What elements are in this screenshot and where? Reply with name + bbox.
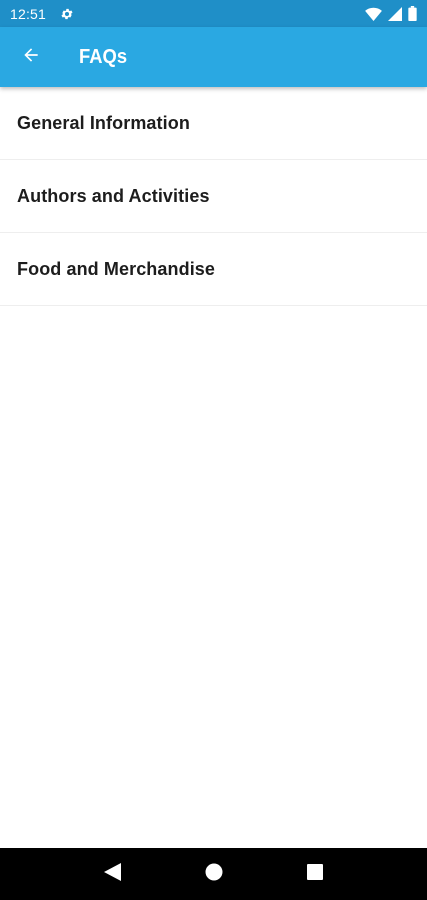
faq-item-label: General Information — [17, 112, 190, 133]
status-bar: 12:51 — [0, 0, 427, 27]
signal-icon — [388, 6, 402, 21]
nav-home-button[interactable] — [194, 854, 234, 894]
app-bar: FAQs — [0, 27, 427, 87]
recents-square-icon — [306, 863, 323, 885]
page-title: FAQs — [79, 45, 128, 68]
home-circle-icon — [205, 863, 223, 886]
back-triangle-icon — [104, 862, 121, 886]
faq-screen: 12:51 FAQs General Information Authors a… — [0, 0, 427, 900]
faq-item-authors-and-activities[interactable]: Authors and Activities — [0, 160, 427, 233]
status-time: 12:51 — [10, 5, 47, 22]
faq-item-label: Authors and Activities — [17, 185, 210, 206]
faq-item-food-and-merchandise[interactable]: Food and Merchandise — [0, 233, 427, 306]
wifi-icon — [365, 7, 382, 21]
status-icons — [365, 6, 417, 21]
gear-icon — [60, 7, 74, 21]
system-nav-bar — [0, 848, 427, 900]
back-button[interactable] — [0, 27, 62, 87]
nav-recents-button[interactable] — [295, 854, 335, 894]
faq-item-label: Food and Merchandise — [17, 258, 216, 279]
nav-back-button[interactable] — [93, 854, 133, 894]
faq-item-general-information[interactable]: General Information — [0, 87, 427, 160]
faq-list: General Information Authors and Activiti… — [0, 87, 427, 306]
arrow-left-icon — [21, 45, 41, 70]
battery-icon — [408, 6, 417, 21]
